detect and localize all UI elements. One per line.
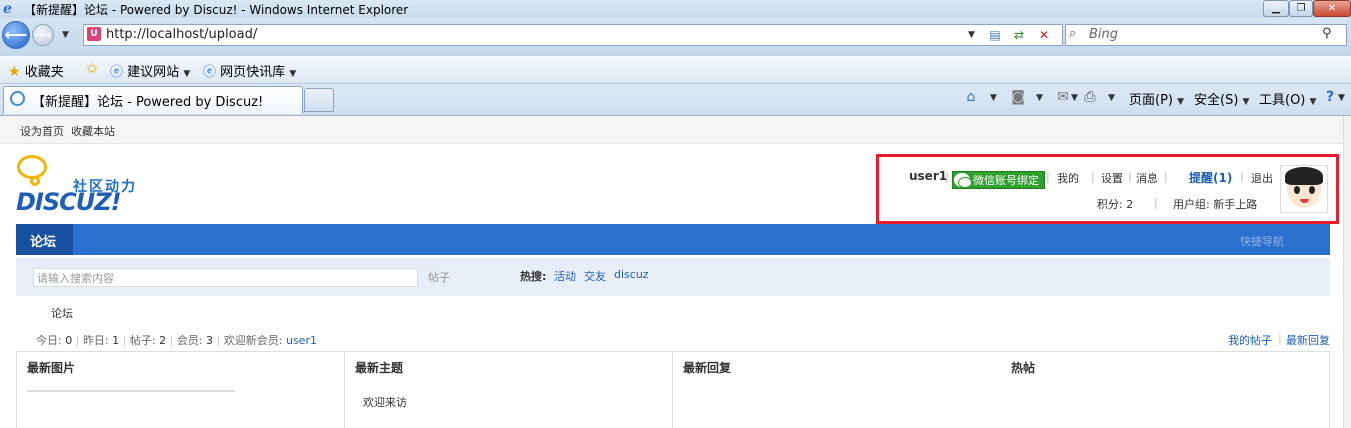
help-icon[interactable]: ? bbox=[1321, 88, 1339, 106]
safety-menu[interactable]: 安全(S) ▼ bbox=[1194, 89, 1249, 108]
compatibility-view-icon[interactable]: ▤ bbox=[986, 26, 1004, 44]
my-posts-link[interactable]: 我的帖子 bbox=[1228, 332, 1272, 348]
logout-link[interactable]: 退出 bbox=[1251, 170, 1273, 186]
refresh-icon[interactable]: ⇄ bbox=[1010, 26, 1028, 44]
quick-nav-link[interactable]: 快捷导航 bbox=[1240, 233, 1284, 249]
logo-bubble-icon bbox=[17, 155, 47, 179]
window-title: 【新提醒】论坛 - Powered by Discuz! - Windows I… bbox=[24, 3, 409, 17]
nav-item-forum-label[interactable]: 论坛 bbox=[30, 231, 56, 250]
help-dropdown-icon[interactable]: ▼ bbox=[1338, 93, 1345, 103]
newest-member-link[interactable]: user1 bbox=[286, 334, 317, 347]
star-icon: ★ bbox=[8, 64, 21, 80]
bookmark-site-link[interactable]: 收藏本站 bbox=[71, 123, 115, 139]
new-tab-button[interactable] bbox=[304, 88, 334, 112]
web-slice-gallery-link[interactable]: ⓔ 网页快讯库 ▼ bbox=[203, 61, 296, 80]
my-link[interactable]: 我的 bbox=[1057, 170, 1079, 186]
site-logo[interactable]: DISCUZ! bbox=[16, 188, 122, 216]
favorites-button[interactable]: ★ 收藏夹 bbox=[8, 61, 64, 80]
ie-page-icon: ⓔ bbox=[203, 65, 217, 80]
search-go-icon[interactable]: ⚲ bbox=[1322, 26, 1332, 41]
hot-search-link[interactable]: discuz bbox=[614, 268, 649, 281]
ie-logo-icon: e bbox=[3, 1, 12, 17]
home-icon[interactable]: ⌂ bbox=[962, 88, 980, 106]
suggested-sites-link[interactable]: ⓔ 建议网站 ▼ bbox=[110, 61, 190, 80]
history-dropdown-icon[interactable]: ▼ bbox=[62, 30, 69, 40]
stop-icon[interactable]: ✕ bbox=[1035, 26, 1053, 44]
maximize-button[interactable]: ❐ bbox=[1289, 0, 1313, 17]
vertical-scrollbar[interactable] bbox=[1343, 116, 1351, 428]
avatar-eye-icon bbox=[1309, 186, 1315, 194]
user-panel-highlight bbox=[876, 154, 1339, 224]
user-points[interactable]: 积分: 2 bbox=[1097, 196, 1133, 212]
feeds-dropdown-icon[interactable]: ▼ bbox=[1036, 93, 1043, 103]
site-search-placeholder: 请输入搜索内容 bbox=[37, 272, 114, 285]
username-link[interactable]: user1 bbox=[909, 169, 947, 183]
settings-link[interactable]: 设置 bbox=[1101, 170, 1123, 186]
mail-icon[interactable]: ✉ bbox=[1054, 88, 1072, 106]
grid-header-hot-posts: 热帖 bbox=[1011, 361, 1036, 375]
close-window-button[interactable]: ✕ bbox=[1313, 0, 1351, 17]
feeds-icon[interactable]: ◙ bbox=[1009, 88, 1027, 106]
grid-header-latest-replies: 最新回复 bbox=[683, 361, 732, 375]
user-group[interactable]: 用户组: 新手上路 bbox=[1173, 196, 1257, 212]
latest-replies-link[interactable]: 最新回复 bbox=[1286, 332, 1330, 348]
reminder-link[interactable]: 提醒(1) bbox=[1189, 169, 1232, 186]
mail-dropdown-icon[interactable]: ▼ bbox=[1071, 93, 1078, 103]
tools-menu[interactable]: 工具(O) ▼ bbox=[1259, 89, 1316, 108]
grid-header-latest-topics: 最新主题 bbox=[355, 361, 404, 375]
print-dropdown-icon[interactable]: ▼ bbox=[1108, 93, 1115, 103]
wechat-icon-bubble bbox=[958, 177, 972, 188]
site-topbar bbox=[0, 116, 1343, 144]
avatar-hair-icon bbox=[1285, 167, 1323, 185]
search-placeholder: Bing bbox=[1089, 27, 1119, 42]
hot-search-link[interactable]: 交友 bbox=[584, 268, 606, 284]
search-type-select[interactable]: 帖子 bbox=[428, 269, 450, 285]
home-dropdown-icon[interactable]: ▼ bbox=[990, 93, 997, 103]
address-dropdown-icon[interactable]: ▼ bbox=[968, 30, 975, 40]
add-favorite-icon[interactable]: ✩ bbox=[86, 61, 98, 77]
logo-bubble-tail-icon bbox=[30, 176, 40, 186]
grid-header-latest-images: 最新图片 bbox=[27, 361, 76, 375]
site-favicon-icon: U bbox=[87, 27, 101, 41]
forum-stats: 今日: 0 | 昨日: 1 | 帖子: 2 | 会员: 3 | 欢迎新会员: u… bbox=[36, 334, 317, 347]
list-item[interactable]: 欢迎来访 bbox=[363, 394, 407, 410]
search-provider-icon: ⌕ bbox=[1069, 26, 1077, 41]
hot-search-label: 热搜: bbox=[520, 270, 547, 283]
tab-loading-icon bbox=[10, 91, 25, 106]
breadcrumb[interactable]: 论坛 bbox=[51, 305, 73, 321]
set-homepage-link[interactable]: 设为首页 bbox=[20, 123, 64, 139]
messages-link[interactable]: 消息 bbox=[1136, 170, 1158, 186]
avatar-eye-icon bbox=[1294, 186, 1300, 194]
print-icon[interactable]: ⎙ bbox=[1081, 88, 1099, 106]
back-button[interactable]: ⟵ bbox=[2, 21, 30, 49]
page-menu[interactable]: 页面(P) ▼ bbox=[1129, 89, 1184, 108]
ie-page-icon: ⓔ bbox=[110, 65, 124, 80]
address-text[interactable]: http://localhost/upload/ bbox=[106, 27, 257, 42]
minimize-button[interactable]: ▁ bbox=[1263, 0, 1289, 17]
hot-search-link[interactable]: 活动 bbox=[554, 268, 576, 284]
image-placeholder-line bbox=[27, 390, 235, 392]
forward-button[interactable]: ⟶ bbox=[32, 24, 54, 46]
tab-title[interactable]: 【新提醒】论坛 - Powered by Discuz! bbox=[32, 91, 263, 110]
main-nav bbox=[16, 224, 1330, 255]
